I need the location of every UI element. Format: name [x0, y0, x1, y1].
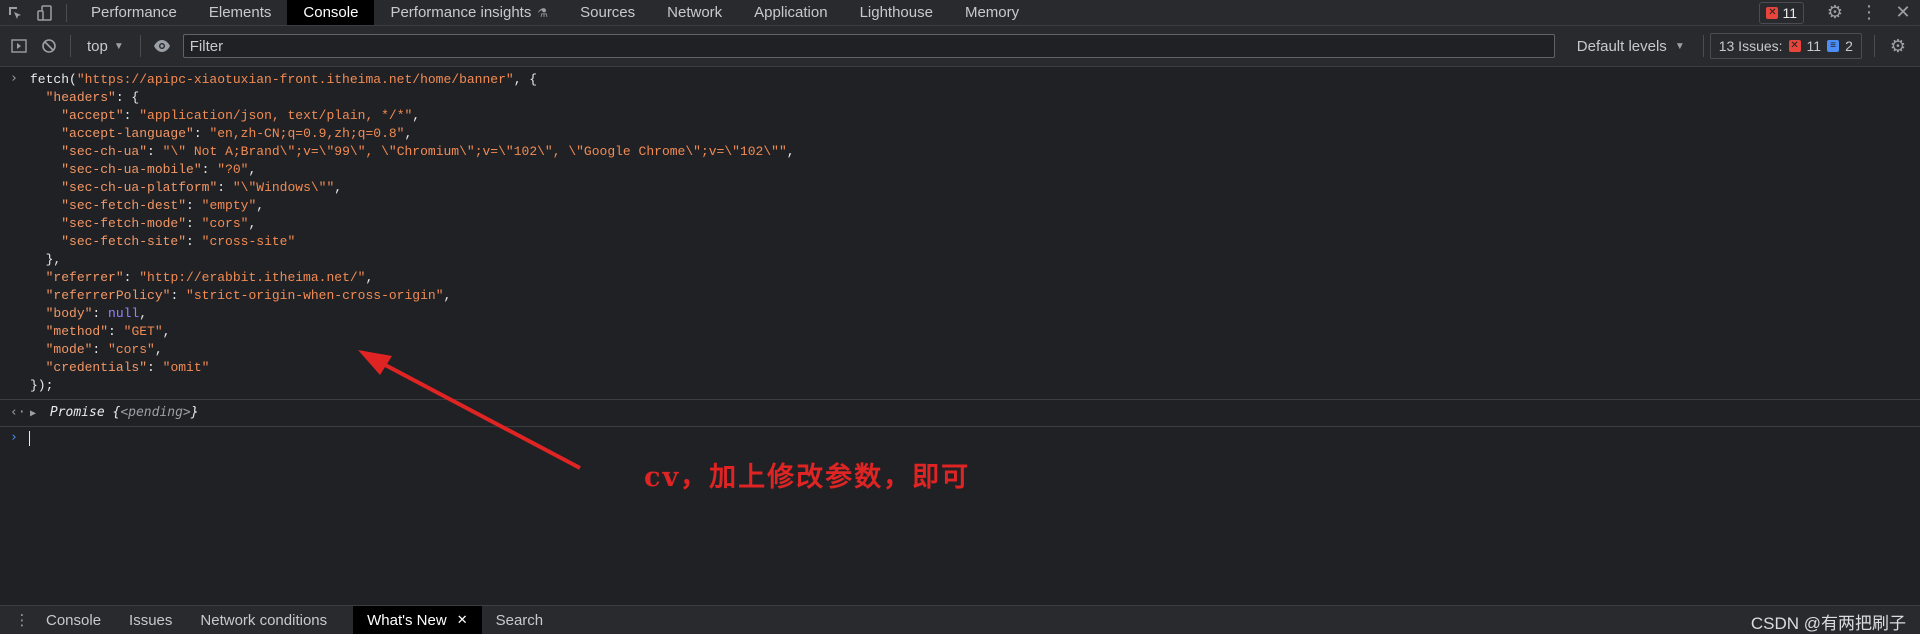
console-command-entry[interactable]: › fetch("https://apipc-xiaotuxian-front.… [0, 67, 1920, 400]
filter-input[interactable]: Filter [182, 34, 1555, 58]
chevron-down-icon: ▼ [113, 40, 124, 52]
clear-console-icon[interactable] [34, 31, 64, 61]
annotation-text: cv，加上修改参数，即可 [644, 462, 971, 493]
console-input[interactable]: › [0, 427, 1920, 449]
tab-application[interactable]: Application [738, 0, 843, 25]
csdn-watermark: CSDN @有两把刷子 [1750, 614, 1906, 633]
console-toolbar: top ▼ Filter Default levels ▼ 13 Issues:… [0, 26, 1920, 67]
message-icon: ≡ [1827, 40, 1840, 52]
issues-label: 13 Issues: [1718, 38, 1783, 54]
context-selector[interactable]: top ▼ [77, 38, 134, 55]
console-settings-gear-icon[interactable]: ⚙ [1881, 34, 1915, 59]
drawer-tab-whats-new-label: What's New [367, 611, 447, 629]
fetch-command-code: fetch("https://apipc-xiaotuxian-front.it… [30, 72, 795, 393]
tab-performance-insights-label: Performance insights [390, 4, 532, 21]
log-levels-label: Default levels [1576, 37, 1667, 55]
console-output: › fetch("https://apipc-xiaotuxian-front.… [0, 67, 1920, 605]
close-tab-icon[interactable]: ✕ [457, 612, 468, 628]
text-cursor [29, 431, 30, 446]
result-brace-close: } [190, 405, 199, 420]
toolbar-divider [70, 35, 71, 57]
error-icon: ✕ [1766, 6, 1779, 19]
result-arrow-icon: ‹· [10, 405, 26, 420]
tab-elements[interactable]: Elements [193, 0, 288, 25]
more-options-icon[interactable]: ⋮ [1852, 0, 1886, 25]
toolbar-divider [1873, 35, 1875, 57]
error-count: 11 [1782, 4, 1797, 21]
result-type: Promise [49, 405, 105, 420]
chevron-down-icon: ▼ [1674, 40, 1685, 52]
inspect-element-icon[interactable] [0, 0, 30, 25]
settings-gear-icon[interactable]: ⚙ [1818, 0, 1852, 25]
close-devtools-icon[interactable]: ✕ [1886, 0, 1920, 25]
devtools-tabbar: Performance Elements Console Performance… [0, 0, 1920, 26]
tab-sources[interactable]: Sources [564, 0, 651, 25]
experiment-flask-icon: ⚗ [537, 5, 549, 20]
issues-error-count: 11 [1806, 38, 1822, 54]
drawer-menu-icon[interactable]: ⋮ [12, 611, 32, 629]
toolbar-divider [139, 35, 141, 57]
log-levels-dropdown[interactable]: Default levels ▼ [1565, 38, 1697, 55]
issues-message-count: 2 [1845, 38, 1853, 54]
filter-placeholder: Filter [189, 37, 224, 55]
tab-memory[interactable]: Memory [949, 0, 1035, 25]
drawer-tab-network-conditions[interactable]: Network conditions [186, 606, 341, 634]
tab-network[interactable]: Network [651, 0, 738, 25]
drawer-tab-console[interactable]: Console [32, 606, 115, 634]
bottom-drawer: ⋮ Console Issues Network conditions What… [0, 605, 1920, 634]
drawer-tab-issues[interactable]: Issues [115, 606, 186, 634]
tab-performance-insights[interactable]: Performance insights ⚗ [374, 0, 564, 25]
error-icon: ✕ [1788, 40, 1801, 52]
drawer-tab-search[interactable]: Search [482, 606, 558, 634]
context-label: top [87, 37, 108, 55]
toolbar-divider [1702, 35, 1704, 57]
command-prompt-icon: › [10, 71, 18, 86]
expand-triangle-icon[interactable]: ▶ [30, 408, 36, 419]
console-result-entry[interactable]: ‹· ▶ Promise {<pending>} [0, 400, 1920, 427]
tab-performance[interactable]: Performance [75, 0, 193, 25]
error-count-badge[interactable]: ✕ 11 [1759, 1, 1804, 24]
tab-lighthouse[interactable]: Lighthouse [844, 0, 949, 25]
tab-console[interactable]: Console [287, 0, 375, 25]
live-expression-eye-icon[interactable] [147, 31, 177, 61]
result-state: <pending> [120, 405, 191, 420]
tabbar-divider [66, 3, 67, 22]
show-sidebar-icon[interactable] [4, 31, 34, 61]
device-toolbar-icon[interactable] [30, 0, 60, 25]
input-prompt-icon: › [10, 430, 18, 445]
issues-counter[interactable]: 13 Issues: ✕ 11 ≡ 2 [1709, 33, 1862, 59]
drawer-tab-whats-new[interactable]: What's New ✕ [353, 606, 482, 634]
